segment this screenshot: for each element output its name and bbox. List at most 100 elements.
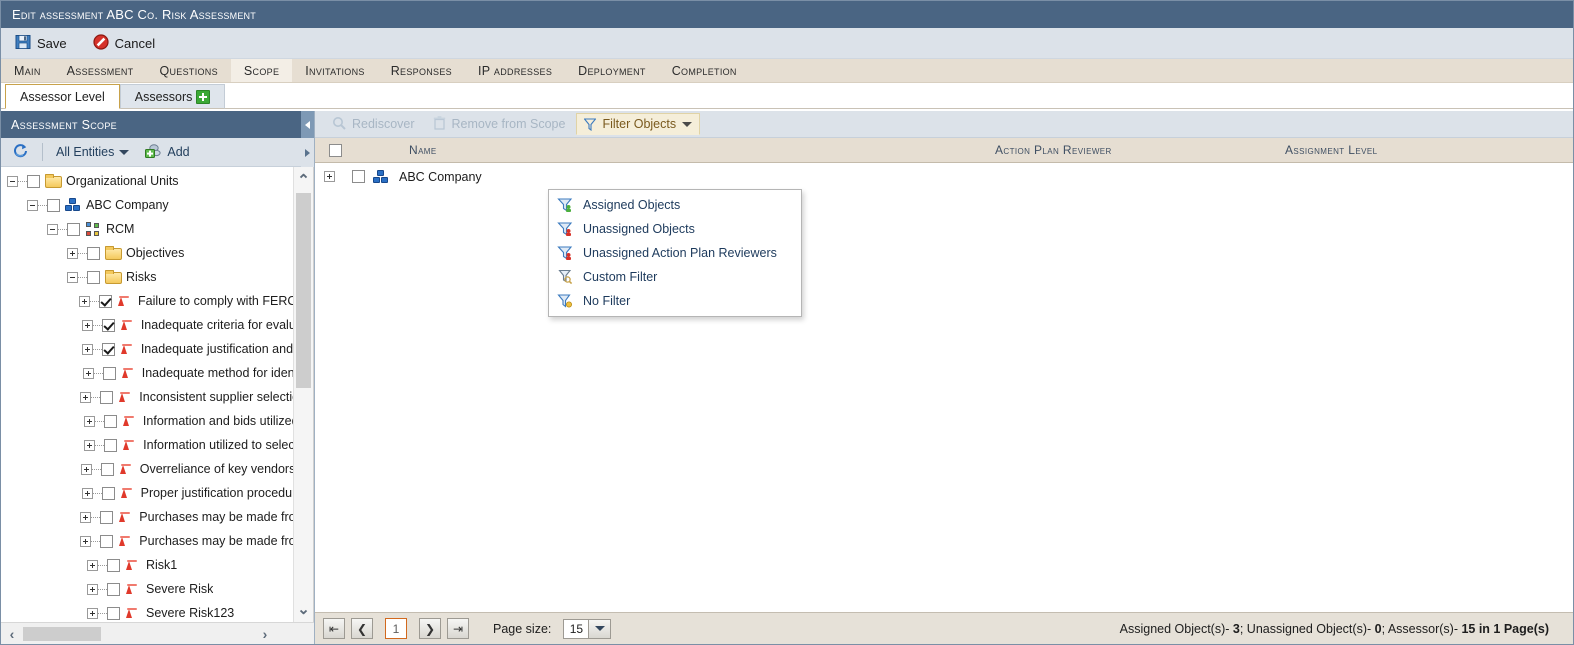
hscroll-thumb[interactable]: [23, 627, 101, 641]
tree-horizontal-scrollbar[interactable]: ‹ ›: [1, 622, 314, 644]
column-header-action-plan-reviewer[interactable]: Action Plan Reviewer: [995, 143, 1285, 157]
tree-node[interactable]: Inadequate justification and c: [1, 337, 293, 361]
tab-assessment[interactable]: Assessment: [54, 59, 147, 82]
tree-node-expander[interactable]: [87, 559, 98, 571]
tree-node-checkbox[interactable]: [87, 270, 100, 284]
tree-node-expander[interactable]: [27, 199, 38, 211]
tree-node-checkbox[interactable]: [87, 246, 100, 260]
current-page-indicator[interactable]: 1: [385, 618, 407, 639]
tree-node-expander[interactable]: [82, 367, 94, 379]
tree-node-checkbox[interactable]: [100, 462, 114, 476]
tree-node-expander[interactable]: [80, 511, 92, 523]
tree-node-expander[interactable]: [87, 607, 98, 619]
tree-node-checkbox[interactable]: [99, 294, 112, 308]
menu-item-custom-filter[interactable]: Custom Filter: [549, 265, 801, 289]
menu-item-unassigned-objects[interactable]: Unassigned Objects: [549, 217, 801, 241]
tree-node-checkbox[interactable]: [101, 342, 115, 356]
save-button[interactable]: Save: [11, 32, 71, 55]
tree-node[interactable]: ABC Company: [1, 193, 293, 217]
column-header-name[interactable]: Name: [355, 143, 995, 157]
tree-node[interactable]: Purchases may be made from: [1, 529, 293, 553]
tree-node-expander[interactable]: [47, 223, 58, 235]
tree-node-checkbox[interactable]: [47, 198, 60, 212]
scroll-left-button[interactable]: ‹: [1, 626, 23, 642]
tree-node-checkbox[interactable]: [27, 174, 40, 188]
tree-node-expander[interactable]: [81, 319, 93, 331]
tree-node-checkbox[interactable]: [102, 366, 116, 380]
expand-row-icon[interactable]: [323, 171, 335, 182]
tree-node[interactable]: Inconsistent supplier selection: [1, 385, 293, 409]
tree-node[interactable]: Organizational Units: [1, 169, 293, 193]
page-size-dropdown-button[interactable]: [589, 618, 612, 639]
tree-node-expander[interactable]: [80, 463, 92, 475]
entity-filter-dropdown[interactable]: All Entities: [53, 144, 132, 160]
tree-node-checkbox[interactable]: [104, 438, 118, 452]
tree-node-checkbox[interactable]: [67, 222, 80, 236]
tree-node-checkbox[interactable]: [100, 534, 114, 548]
row-checkbox[interactable]: [351, 170, 365, 183]
first-page-button[interactable]: ⇤: [323, 618, 345, 639]
tree-node-expander[interactable]: [87, 583, 98, 595]
tab-questions[interactable]: Questions: [146, 59, 230, 82]
tree-node[interactable]: Inadequate method for identi: [1, 361, 293, 385]
tree-node[interactable]: Information and bids utilized: [1, 409, 293, 433]
menu-item-assigned-objects[interactable]: Assigned Objects: [549, 193, 801, 217]
tree-node[interactable]: Inadequate criteria for evalua: [1, 313, 293, 337]
tree-node-checkbox[interactable]: [101, 486, 115, 500]
tab-ip-addresses[interactable]: IP addresses: [465, 59, 565, 82]
tree-node-expander[interactable]: [80, 535, 92, 547]
tree-node[interactable]: Information utilized to select: [1, 433, 293, 457]
scroll-up-button[interactable]: ⌃: [294, 171, 313, 189]
filter-objects-button[interactable]: Filter Objects: [576, 113, 701, 135]
tree-node-checkbox[interactable]: [100, 510, 114, 524]
select-all-header[interactable]: [315, 143, 355, 157]
tree-node[interactable]: Overreliance of key vendors c: [1, 457, 293, 481]
expand-panel-button[interactable]: [301, 138, 314, 167]
tree-node-expander[interactable]: [80, 391, 92, 403]
tree-node-expander[interactable]: [67, 271, 78, 283]
last-page-button[interactable]: ⇥: [447, 618, 469, 639]
tree-node[interactable]: Risks: [1, 265, 293, 289]
tree-node-expander[interactable]: [79, 295, 90, 307]
tree-node[interactable]: Purchases may be made from: [1, 505, 293, 529]
tree-node[interactable]: Risk1: [1, 553, 293, 577]
tree-node-expander[interactable]: [83, 415, 95, 427]
next-page-button[interactable]: ❯: [419, 618, 441, 639]
table-row[interactable]: ABC Company: [315, 163, 1573, 190]
tree-node-expander[interactable]: [81, 343, 93, 355]
row-expander-cell[interactable]: [315, 171, 343, 182]
cancel-button[interactable]: Cancel: [89, 32, 159, 55]
tree-node[interactable]: Severe Risk: [1, 577, 293, 601]
row-checkbox-cell[interactable]: [343, 170, 373, 183]
tree-node-checkbox[interactable]: [107, 606, 120, 620]
add-plus-icon[interactable]: [196, 89, 211, 104]
collapse-panel-button[interactable]: [301, 111, 314, 138]
prev-page-button[interactable]: ❮: [351, 618, 373, 639]
add-entity-button[interactable]: Add: [142, 141, 192, 163]
tab-scope[interactable]: Scope: [230, 59, 293, 82]
tab-invitations[interactable]: Invitations: [292, 59, 377, 82]
page-size-value[interactable]: 15: [563, 618, 590, 639]
scroll-down-button[interactable]: ⌄: [294, 600, 313, 618]
tree-node-checkbox[interactable]: [100, 390, 114, 404]
tree-node-checkbox[interactable]: [107, 558, 120, 572]
tree-node-expander[interactable]: [67, 247, 78, 259]
scroll-right-button[interactable]: ›: [254, 626, 276, 642]
tree-node-checkbox[interactable]: [103, 414, 117, 428]
tree-vertical-scrollbar[interactable]: ⌃ ⌄: [293, 167, 313, 622]
page-size-select[interactable]: 15: [563, 618, 612, 639]
tree-node[interactable]: RCM: [1, 217, 293, 241]
tree-node[interactable]: Proper justification procedure: [1, 481, 293, 505]
tree-node-expander[interactable]: [7, 175, 18, 187]
tree-node[interactable]: Severe Risk123: [1, 601, 293, 622]
refresh-button[interactable]: [9, 141, 32, 163]
tree-node-expander[interactable]: [84, 439, 96, 451]
tab-assessor-level[interactable]: Assessor Level: [5, 84, 120, 109]
tab-assessors[interactable]: Assessors: [119, 84, 226, 109]
scroll-thumb[interactable]: [296, 193, 311, 388]
tree-node[interactable]: Failure to comply with FERC/N: [1, 289, 293, 313]
menu-item-unassigned-action-plan-reviewers[interactable]: Unassigned Action Plan Reviewers: [549, 241, 801, 265]
select-all-checkbox[interactable]: [328, 143, 342, 157]
tab-responses[interactable]: Responses: [378, 59, 465, 82]
tab-main[interactable]: Main: [1, 59, 54, 82]
